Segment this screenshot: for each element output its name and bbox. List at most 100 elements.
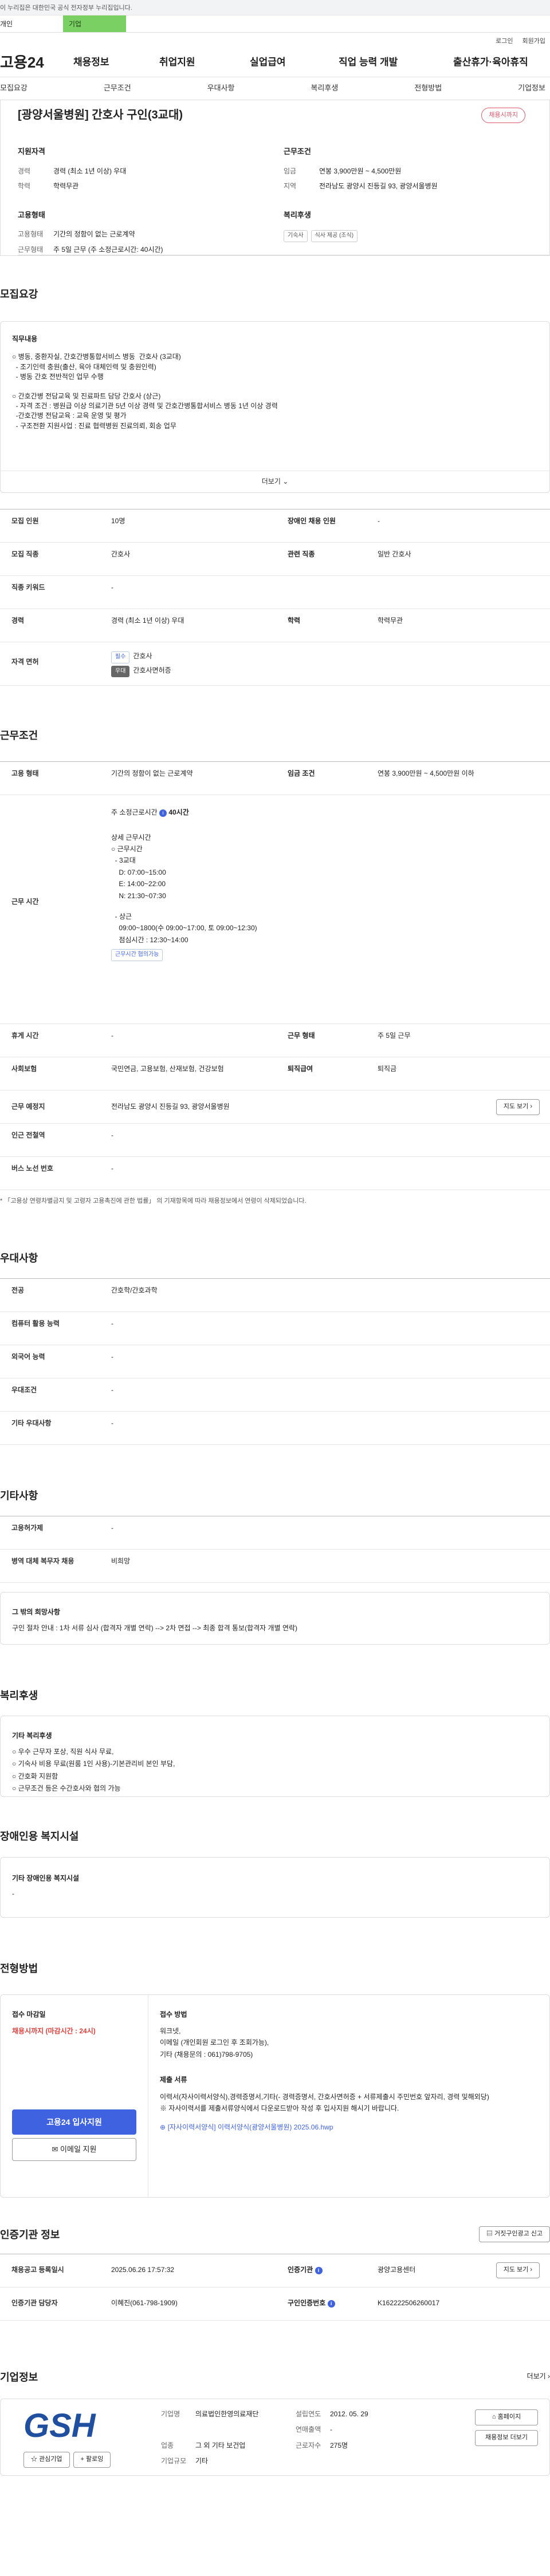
homepage-label: 홈페이지 xyxy=(497,2413,521,2420)
tab-personal[interactable]: 개인 xyxy=(0,15,63,32)
anchor-welfare[interactable]: 복리후생 xyxy=(311,83,338,94)
login-link[interactable]: 로그인 xyxy=(496,37,513,49)
method-list: 워크넷, 이메일 (개인회원 로그인 후 조회가능), 기타 (채용문의 : 061… xyxy=(160,2025,538,2060)
row-label: 고용 형태 xyxy=(11,769,39,778)
anchor-preference[interactable]: 우대사항 xyxy=(207,83,235,94)
time-line: E: 14:00~22:00 xyxy=(111,880,166,888)
recruit-table: 모집 인원 10명 장애인 채용 인원 - 모집 직종 간호사 관련 직종 일반 간호사 직… xyxy=(0,509,550,686)
time-line xyxy=(111,902,541,911)
row-value: - xyxy=(111,1524,113,1532)
row-label: 모집 직종 xyxy=(11,550,39,559)
method-item: 워크넷, xyxy=(160,2026,181,2035)
row-label: 장애인 채용 인원 xyxy=(288,517,336,526)
conditions-table: 고용 형태 기간의 정함이 없는 근로계약 임금 조건 연봉 3,900만원 ~ 4,… xyxy=(0,761,550,1191)
row-value: 학력무관 xyxy=(378,617,403,625)
misc-text: 구인 절차 안내 : 1차 서류 심사 (합격자 개별 연락) --> 2차 면… xyxy=(12,1623,298,1632)
row-label: 사회보험 xyxy=(11,1065,37,1073)
report-button[interactable]: ▤ 거짓구인광고 신고 xyxy=(478,2226,550,2242)
signup-link[interactable]: 회원가입 xyxy=(522,37,545,49)
loc-value: 전라남도 광양시 진등길 93, 광양서울병원 xyxy=(319,182,438,191)
gnb-item-unemployment-benefit[interactable]: 실업급여 xyxy=(250,56,339,70)
email-apply-button[interactable]: ✉ 이메일 지원 xyxy=(12,2138,136,2162)
row-label: 모집 인원 xyxy=(11,517,39,526)
site-logo[interactable]: 고용24 xyxy=(0,52,73,74)
list-item: ○ 기숙사 비용 무료(원룸 1인 사용)-기본관리비 본인 부담, xyxy=(12,1760,175,1768)
follow-label: 팔로잉 xyxy=(86,2455,104,2463)
cert-map-button[interactable]: 지도 보기 › xyxy=(496,2262,540,2279)
anchor-process[interactable]: 전형방법 xyxy=(414,83,442,94)
company-jobs-button[interactable]: 채용정보 더보기 xyxy=(475,2429,538,2446)
utility-links: 로그인 회원가입 xyxy=(0,33,550,49)
row-label: 근무 예정지 xyxy=(11,1102,45,1111)
summary-left: 지원자격 경력 경력 (최소 1년 이상) 우대 학력 학력무관 고용형태 고용형태… xyxy=(18,147,284,260)
anchor-company[interactable]: 기업정보 xyxy=(518,83,545,94)
row-label: 병역 대체 복무자 채용 xyxy=(11,1557,74,1566)
row-value: 간호학/간호과학 xyxy=(111,1286,158,1295)
info-icon[interactable]: i xyxy=(315,2267,323,2275)
disabled-value: - xyxy=(12,1889,14,1898)
company-more-link[interactable]: 더보기 › xyxy=(527,2372,550,2381)
row-value: 비희망 xyxy=(111,1557,131,1566)
row-value: 이혜진(061-798-1909) xyxy=(111,2299,178,2308)
section-title-disabled: 장애인용 복지시설 xyxy=(0,1831,79,1843)
time-line: - 상근 xyxy=(111,912,132,920)
anchor-conditions[interactable]: 근무조건 xyxy=(104,83,131,94)
row-value: 퇴직금 xyxy=(378,1065,397,1073)
row-value: 2025.06.26 17:57:32 xyxy=(111,2266,175,2274)
deadline-panel: 접수 마감일 채용시까지 (마감시간 : 24시) 고용24 입사지원 ✉ 이메… xyxy=(1,1994,148,2197)
job-title: [광양서울병원] 간호사 구인(3교대) xyxy=(18,109,183,121)
duty-box: 직무내용 ○ 병동, 중환자실, 간호간병통합서비스 병동 간호사 (3교대) … xyxy=(0,321,550,493)
section-title-recruit: 모집요강 xyxy=(0,289,38,300)
info-value: 의료법인한영의료재단 xyxy=(195,2409,259,2418)
row-value: 전라남도 광양시 진등길 93, 광양서울병원 xyxy=(111,1102,230,1111)
row-label: 관련 직종 xyxy=(288,550,315,559)
row-label: 버스 노선 번호 xyxy=(11,1164,53,1173)
gnb-item-job-training[interactable]: 직업 능력 개발 xyxy=(339,56,453,70)
gnb-item-employment-support[interactable]: 취업지원 xyxy=(159,56,250,70)
resume-file-link[interactable]: ⊕ [자사이력서양식] 이력서양식(광양서울병원) 2025.06.hwp xyxy=(160,2122,538,2133)
gnb-item-parental-leave[interactable]: 출산휴가·육아휴직 xyxy=(453,56,528,70)
section-title-conditions: 근무조건 xyxy=(0,730,38,742)
duty-title: 직무내용 xyxy=(12,335,38,343)
mail-icon: ✉ xyxy=(52,2144,58,2154)
row-value: - xyxy=(378,517,380,526)
row-label: 우대조건 xyxy=(11,1386,37,1394)
info-value xyxy=(330,2456,475,2466)
row-value: - xyxy=(111,1353,113,1361)
anchor-recruit[interactable]: 모집요강 xyxy=(0,83,28,94)
summary-right: 근무조건 임금 연봉 3,900만원 ~ 4,500만원 지역 전라남도 광양시 진… xyxy=(284,147,549,260)
apply-button[interactable]: 고용24 입사지원 xyxy=(12,2109,136,2135)
job-header: [광양서울병원] 간호사 구인(3교대) 채용시까지 xyxy=(18,100,549,124)
info-icon[interactable]: i xyxy=(327,2300,335,2308)
map-button[interactable]: 지도 보기 › xyxy=(496,1099,540,1115)
global-nav: 고용24 채용정보 취업지원 실업급여 직업 능력 개발 출산휴가·육아휴직 xyxy=(0,49,550,77)
status-badge: 채용시까지 xyxy=(481,107,525,124)
time-lines: 상세 근무시간 ○ 근무시간 - 3교대 D: 07:00~15:00 E: 14… xyxy=(111,832,541,946)
favorite-company-button[interactable]: ☆ 관심기업 xyxy=(23,2451,70,2468)
follow-button[interactable]: + 팔로잉 xyxy=(73,2451,111,2468)
row-value: - xyxy=(111,1319,113,1328)
company-actions: ☆ 관심기업 + 팔로잉 xyxy=(12,2451,161,2468)
hours-value: 주 5일 근무 (주 소정근로시간: 40시간) xyxy=(53,245,163,254)
row-value: - xyxy=(111,583,113,592)
section-anchor-nav: 모집요강 근무조건 우대사항 복리후생 전형방법 기업정보 xyxy=(0,77,550,100)
tab-enterprise[interactable]: 기업 xyxy=(63,15,126,32)
misc-title: 그 밖의 희망사항 xyxy=(12,1608,60,1617)
row-label: 근무 시간 xyxy=(11,898,39,906)
gnb-item-jobs[interactable]: 채용정보 xyxy=(73,56,159,70)
deadline-value: 채용시까지 (마감시간 : 24시) xyxy=(12,2026,96,2035)
report-label: 거짓구인광고 신고 xyxy=(494,2230,543,2237)
docs-title: 제출 서류 xyxy=(160,2076,187,2084)
info-icon[interactable]: i xyxy=(159,809,167,817)
row-label-text: 인증기관 xyxy=(288,2266,313,2274)
more-button[interactable]: 더보기 ⌄ xyxy=(1,470,549,492)
section-title-welfare: 복리후생 xyxy=(0,1690,38,1702)
row-value: 10명 xyxy=(111,517,125,526)
homepage-button[interactable]: ⌂ 홈페이지 xyxy=(475,2409,538,2425)
job-header-card: [광양서울병원] 간호사 구인(3교대) 채용시까지 지원자격 경력 경력 (최소… xyxy=(0,100,550,256)
row-label: 고용허가제 xyxy=(11,1524,44,1532)
row-value: 국민연금, 고용보험, 산재보험, 건강보험 xyxy=(111,1065,224,1073)
row-label: 학력 xyxy=(288,617,301,625)
duty-block-1: ○ 병동, 중환자실, 간호간병통합서비스 병동 간호사 (3교대) - 조기인… xyxy=(12,352,538,382)
emp-title: 고용형태 xyxy=(18,210,45,219)
